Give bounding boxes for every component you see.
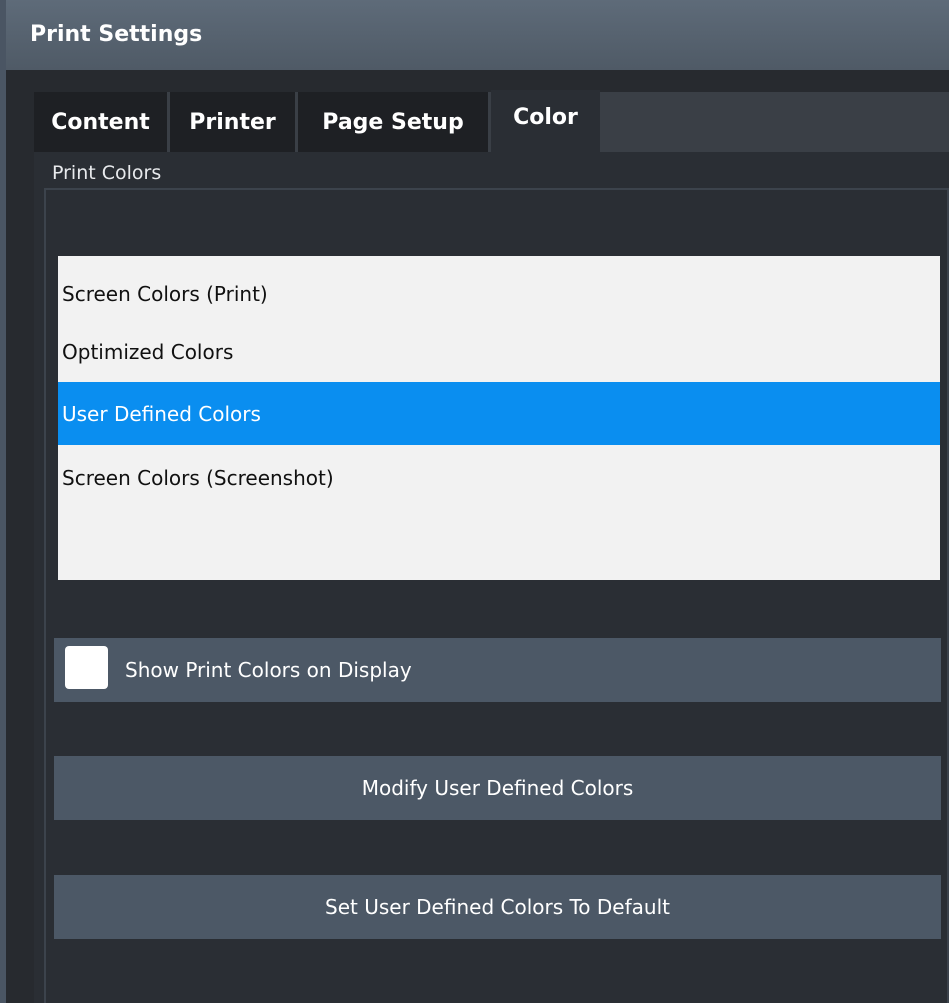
show-print-colors-toggle[interactable]: Show Print Colors on Display xyxy=(54,638,941,702)
tab-content[interactable]: Content xyxy=(34,92,167,152)
list-item-optimized-colors[interactable]: Optimized Colors xyxy=(58,320,940,383)
tab-page-setup[interactable]: Page Setup xyxy=(298,92,488,152)
show-print-colors-label: Show Print Colors on Display xyxy=(125,658,412,682)
print-colors-listbox[interactable]: Screen Colors (Print) Optimized Colors U… xyxy=(58,256,940,580)
print-colors-group-label: Print Colors xyxy=(52,162,162,184)
modify-user-defined-colors-button[interactable]: Modify User Defined Colors xyxy=(54,756,941,820)
list-item-user-defined-colors[interactable]: User Defined Colors xyxy=(58,382,940,445)
dialog-title: Print Settings xyxy=(30,22,203,47)
title-bar: Print Settings xyxy=(6,0,949,70)
print-settings-dialog: Print Settings Content Printer Page Setu… xyxy=(0,0,949,1003)
set-user-defined-colors-default-button[interactable]: Set User Defined Colors To Default xyxy=(54,875,941,939)
tab-color[interactable]: Color xyxy=(491,90,600,152)
list-item-screen-colors-print[interactable]: Screen Colors (Print) xyxy=(58,262,940,325)
tab-bar: Content Printer Page Setup Color xyxy=(34,90,949,152)
show-print-colors-checkbox[interactable] xyxy=(65,646,108,689)
list-item-screen-colors-screenshot[interactable]: Screen Colors (Screenshot) xyxy=(58,446,940,509)
tab-printer[interactable]: Printer xyxy=(170,92,295,152)
